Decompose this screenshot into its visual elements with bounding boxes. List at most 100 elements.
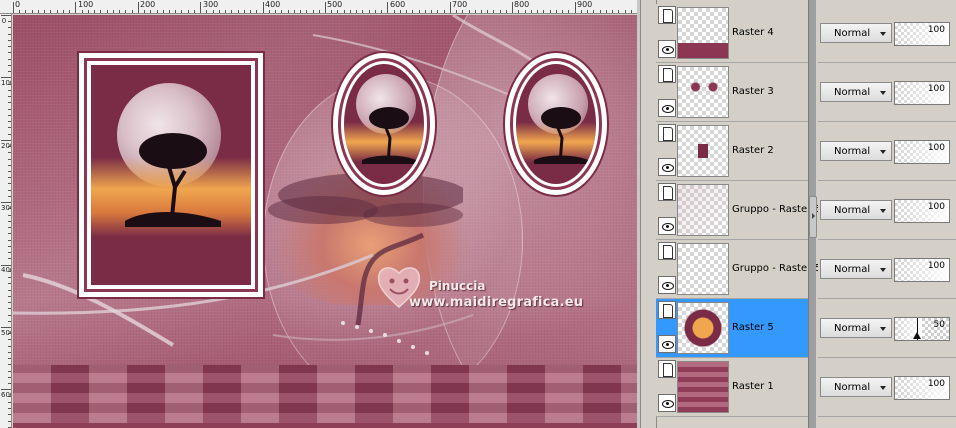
- ruler-tick: [549, 10, 551, 13]
- visibility-eye-icon[interactable]: [658, 99, 676, 117]
- watermark-url: www.maidiregrafica.eu: [409, 295, 584, 310]
- layer-row[interactable]: Raster 3: [656, 63, 808, 122]
- layer-type-icon[interactable]: [658, 301, 676, 319]
- oval-frame-inner-border: [338, 58, 430, 190]
- opacity-marker-icon[interactable]: [913, 318, 921, 340]
- ruler-tick: [8, 71, 11, 73]
- ruler-tick: [1, 15, 11, 16]
- layer-type-icon[interactable]: [658, 242, 676, 260]
- ruler-tick: [8, 227, 11, 229]
- layers-panel-splitter[interactable]: [808, 0, 817, 428]
- opacity-value: 100: [927, 261, 945, 271]
- opacity-slider[interactable]: 100: [894, 81, 950, 105]
- ruler-tick: [112, 10, 114, 13]
- opacity-slider[interactable]: 100: [894, 22, 950, 46]
- ruler-tick: [131, 10, 133, 13]
- visibility-eye-icon[interactable]: [658, 394, 676, 412]
- tree-icon: [362, 107, 416, 164]
- ruler-tick: [568, 10, 570, 13]
- ruler-tick: [262, 2, 264, 13]
- ruler-tick: [8, 89, 11, 91]
- ruler-label-600: 600: [390, 0, 406, 9]
- visibility-eye-icon[interactable]: [658, 40, 676, 58]
- layer-thumbnail: [677, 184, 729, 236]
- layer-blend-row: Normal 50: [818, 299, 956, 358]
- splitter-handle[interactable]: [809, 196, 817, 238]
- visibility-eye-icon[interactable]: [658, 335, 676, 353]
- ruler-tick: [8, 108, 11, 110]
- layer-row[interactable]: Raster 2: [656, 122, 808, 181]
- opacity-slider[interactable]: 50: [894, 317, 950, 341]
- ruler-tick: [393, 10, 395, 13]
- opacity-slider[interactable]: 100: [894, 140, 950, 164]
- blend-mode-dropdown[interactable]: Normal: [820, 200, 892, 220]
- layer-row[interactable]: Gruppo - Raster 5: [656, 181, 821, 240]
- opacity-slider[interactable]: 100: [894, 258, 950, 282]
- ruler-tick: [456, 10, 458, 13]
- layer-row[interactable]: Raster 5: [656, 299, 808, 358]
- opacity-slider[interactable]: 100: [894, 376, 950, 400]
- ruler-vlabel-400: 400: [1, 266, 11, 274]
- ruler-tick: [8, 39, 11, 41]
- ruler-tick: [612, 10, 614, 13]
- opacity-value: 100: [927, 143, 945, 153]
- visibility-eye-icon[interactable]: [658, 158, 676, 176]
- ruler-tick: [206, 10, 208, 13]
- layer-type-icon[interactable]: [658, 183, 676, 201]
- ruler-vlabel-300: 300: [1, 204, 11, 212]
- layer-blend-row: Normal 100: [818, 4, 956, 63]
- blend-mode-dropdown[interactable]: Normal: [820, 318, 892, 338]
- chevron-down-icon: [880, 386, 886, 390]
- ruler-tick: [443, 10, 445, 13]
- opacity-slider[interactable]: 100: [894, 199, 950, 223]
- ruler-tick: [275, 10, 277, 13]
- ruler-tick: [8, 320, 11, 322]
- ruler-tick: [8, 314, 11, 316]
- oval-frame-inner-border: [510, 58, 602, 190]
- ruler-tick: [1, 139, 11, 141]
- layer-type-icon[interactable]: [658, 360, 676, 378]
- ruler-tick: [237, 10, 239, 13]
- layer-row[interactable]: Gruppo - Raster 5: [656, 240, 821, 299]
- ruler-tick: [1, 77, 11, 79]
- visibility-eye-icon[interactable]: [658, 217, 676, 235]
- blend-mode-label: Normal: [834, 28, 871, 39]
- ruler-tick: [8, 27, 11, 29]
- image-canvas[interactable]: Pinuccia www.maidiregrafica.eu: [13, 15, 637, 423]
- ruler-tick: [8, 239, 11, 241]
- blend-mode-dropdown[interactable]: Normal: [820, 141, 892, 161]
- chevron-down-icon: [880, 150, 886, 154]
- ruler-tick: [8, 333, 11, 335]
- ruler-tick: [630, 10, 632, 13]
- layer-type-icon[interactable]: [658, 65, 676, 83]
- ruler-tick: [56, 10, 58, 13]
- ruler-tick: [312, 10, 314, 13]
- ruler-label-800: 800: [514, 0, 530, 9]
- blend-mode-label: Normal: [834, 323, 871, 334]
- blend-mode-label: Normal: [834, 264, 871, 275]
- ruler-tick: [374, 10, 376, 13]
- ruler-tick: [137, 2, 139, 13]
- ruler-tick: [8, 277, 11, 279]
- visibility-eye-icon[interactable]: [658, 276, 676, 294]
- ruler-tick: [543, 10, 545, 13]
- layer-name: Raster 1: [732, 381, 774, 392]
- ruler-tick: [624, 10, 626, 13]
- ruler-label-700: 700: [452, 0, 468, 9]
- tree-icon: [534, 107, 588, 164]
- layer-thumbnail: [677, 66, 729, 118]
- ruler-tick: [8, 308, 11, 310]
- ruler-tick: [8, 383, 11, 385]
- ruler-tick: [175, 10, 177, 13]
- blend-mode-dropdown[interactable]: Normal: [820, 259, 892, 279]
- layer-type-icon[interactable]: [658, 6, 676, 24]
- blend-mode-dropdown[interactable]: Normal: [820, 82, 892, 102]
- layer-row[interactable]: Raster 1: [656, 358, 808, 417]
- layer-row[interactable]: Raster 4: [656, 4, 808, 63]
- layer-type-icon[interactable]: [658, 124, 676, 142]
- ruler-tick: [293, 10, 295, 13]
- blend-mode-dropdown[interactable]: Normal: [820, 23, 892, 43]
- ruler-tick: [524, 10, 526, 13]
- blend-mode-dropdown[interactable]: Normal: [820, 377, 892, 397]
- chevron-down-icon: [880, 327, 886, 331]
